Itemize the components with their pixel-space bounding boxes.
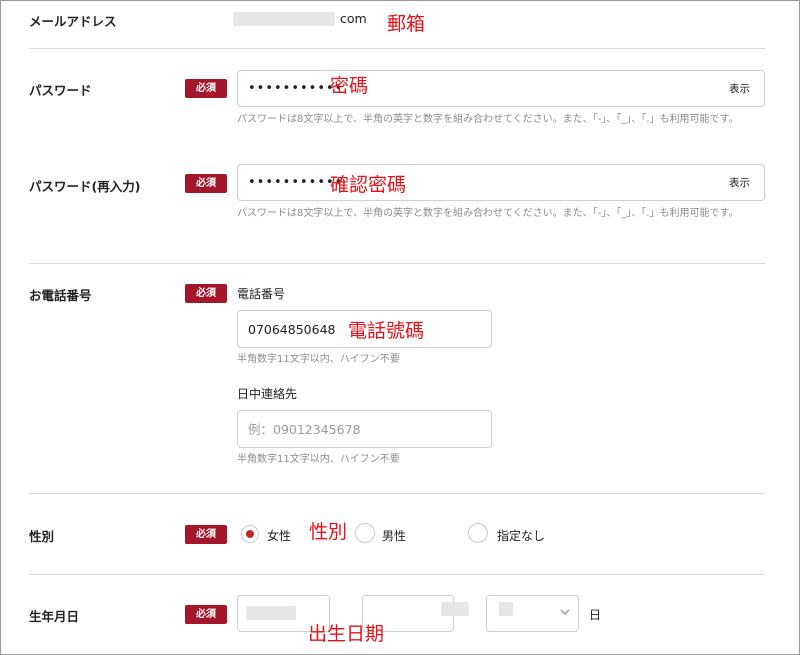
divider	[29, 493, 765, 494]
birthday-overlay-note: 出生日期	[308, 623, 385, 645]
required-badge: 必須	[185, 605, 227, 624]
password-overlay-note: 密碼	[330, 75, 369, 97]
password-confirm-hint: パスワードは8文字以上で、半角の英字と数字を組み合わせてください。また、「-」、…	[237, 208, 739, 219]
gender-radio-unspecified[interactable]	[468, 523, 488, 543]
password-label: パスワード	[29, 83, 92, 98]
gender-overlay-note: 性別	[309, 521, 348, 543]
birthday-day-select[interactable]	[486, 595, 579, 632]
birthday-year-redacted	[246, 606, 296, 620]
divider	[29, 263, 765, 264]
email-value-suffix: com	[340, 11, 367, 26]
phone-main-hint: 半角数字11文字以内、ハイフン不要	[237, 354, 400, 365]
email-redacted	[233, 12, 335, 26]
required-badge: 必須	[185, 525, 227, 544]
password-show-button[interactable]: 表示	[729, 71, 750, 107]
phone-overlay-note: 電話號碼	[348, 320, 425, 342]
birthday-label: 生年月日	[29, 609, 80, 624]
phone-label: お電話番号	[29, 288, 92, 303]
gender-option-label: 男性	[382, 529, 407, 543]
phone-day-field[interactable]	[238, 411, 491, 447]
chevron-down-icon	[560, 609, 570, 615]
divider	[29, 574, 765, 575]
required-badge: 必須	[185, 284, 227, 303]
phone-main-label: 電話番号	[237, 287, 286, 301]
gender-option-label: 指定なし	[497, 529, 546, 543]
phone-day-label: 日中連絡先	[237, 387, 298, 401]
password-confirm-input[interactable]: ••••••••••• 表示	[237, 164, 765, 201]
gender-radio-male[interactable]	[355, 523, 375, 543]
phone-day-input[interactable]	[237, 410, 492, 448]
birthday-day-suffix: 日	[589, 608, 602, 622]
email-overlay-note: 郵箱	[387, 13, 426, 35]
password-confirm-overlay-note: 確認密碼	[330, 174, 407, 196]
divider	[29, 48, 765, 49]
required-badge: 必須	[185, 174, 227, 193]
password-confirm-label: パスワード(再入力)	[29, 179, 141, 194]
birthday-day-redacted	[499, 602, 513, 616]
email-label: メールアドレス	[29, 14, 117, 29]
required-badge: 必須	[185, 79, 227, 98]
gender-radio-female[interactable]	[241, 525, 259, 543]
password-confirm-show-button[interactable]: 表示	[729, 165, 750, 201]
password-hint: パスワードは8文字以上で、半角の英字と数字を組み合わせてください。また、「-」、…	[237, 114, 739, 125]
gender-option-label: 女性	[267, 529, 292, 543]
password-input[interactable]: ••••••••••• 表示	[237, 70, 765, 107]
birthday-month-redacted	[441, 602, 469, 616]
gender-label: 性別	[29, 529, 55, 544]
phone-day-hint: 半角数字11文字以内、ハイフン不要	[237, 454, 400, 465]
